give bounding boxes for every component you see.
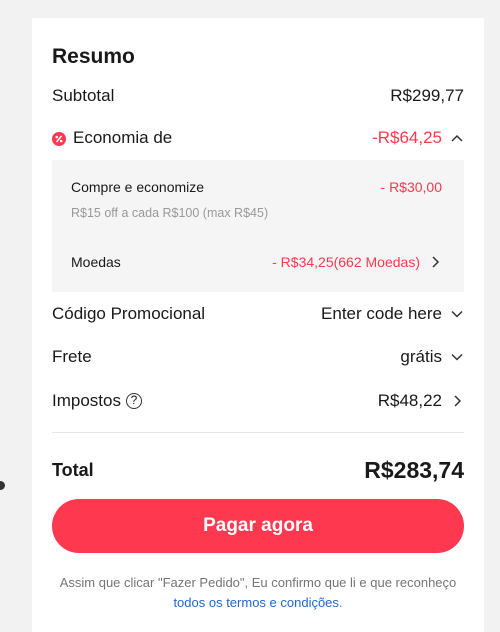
promo-label: Código Promocional: [52, 304, 206, 323]
taxes-value: R$48,22: [377, 391, 442, 410]
savings-row[interactable]: Economia de -R$64,25: [52, 125, 464, 151]
divider: [52, 432, 464, 433]
chevron-up-icon[interactable]: [450, 131, 464, 145]
legal-text: Assim que clicar "Fazer Pedido", Eu conf…: [59, 575, 457, 590]
question-circle-icon[interactable]: ?: [125, 393, 142, 409]
subtotal-value: R$299,77: [390, 86, 464, 105]
chevron-down-icon[interactable]: [450, 350, 464, 364]
deal-note: R$15 off a cada R$100 (max R$45): [71, 206, 269, 220]
coins-row[interactable]: Moedas - R$34,25(662 Moedas): [71, 254, 442, 270]
shipping-row[interactable]: Frete grátis: [52, 344, 464, 370]
terms-link[interactable]: todos os termos e condições: [173, 595, 338, 610]
total-row: Total R$283,74: [52, 455, 464, 485]
deal-value: - R$30,00: [380, 179, 442, 195]
chevron-right-icon[interactable]: [450, 394, 464, 408]
legal-end: .: [338, 595, 343, 610]
total-value: R$283,74: [364, 456, 464, 483]
shipping-label: Frete: [52, 347, 92, 366]
discount-badge-icon: [52, 132, 66, 146]
subtotal-row: Subtotal R$299,77: [52, 83, 464, 109]
subtotal-label: Subtotal: [52, 86, 115, 105]
coins-label: Moedas: [71, 254, 121, 270]
taxes-row[interactable]: Impostos ? R$48,22: [52, 388, 464, 414]
shipping-value: grátis: [400, 347, 442, 366]
promo-code-row[interactable]: Código Promocional Enter code here: [52, 301, 464, 327]
deal-label: Compre e economize: [71, 179, 205, 195]
pay-now-button[interactable]: Pagar agora: [52, 499, 464, 553]
summary-title: Resumo: [52, 45, 135, 68]
order-summary-card: Resumo Subtotal R$299,77 Economia de -R$…: [32, 18, 484, 632]
deal-row: Compre e economize - R$30,00: [71, 179, 442, 195]
savings-value: -R$64,25: [372, 128, 442, 147]
total-label: Total: [52, 459, 94, 480]
promo-code-input[interactable]: Enter code here: [321, 304, 442, 324]
chevron-down-icon[interactable]: [450, 307, 464, 321]
savings-label: Economia de: [73, 128, 173, 147]
savings-details-panel: Compre e economize - R$30,00 R$15 off a …: [52, 160, 464, 292]
coins-value: - R$34,25(662 Moedas): [272, 254, 420, 270]
edge-marker: [0, 481, 5, 490]
chevron-right-icon[interactable]: [428, 255, 442, 269]
taxes-label: Impostos: [52, 391, 121, 410]
legal-notice: Assim que clicar "Fazer Pedido", Eu conf…: [52, 573, 464, 613]
